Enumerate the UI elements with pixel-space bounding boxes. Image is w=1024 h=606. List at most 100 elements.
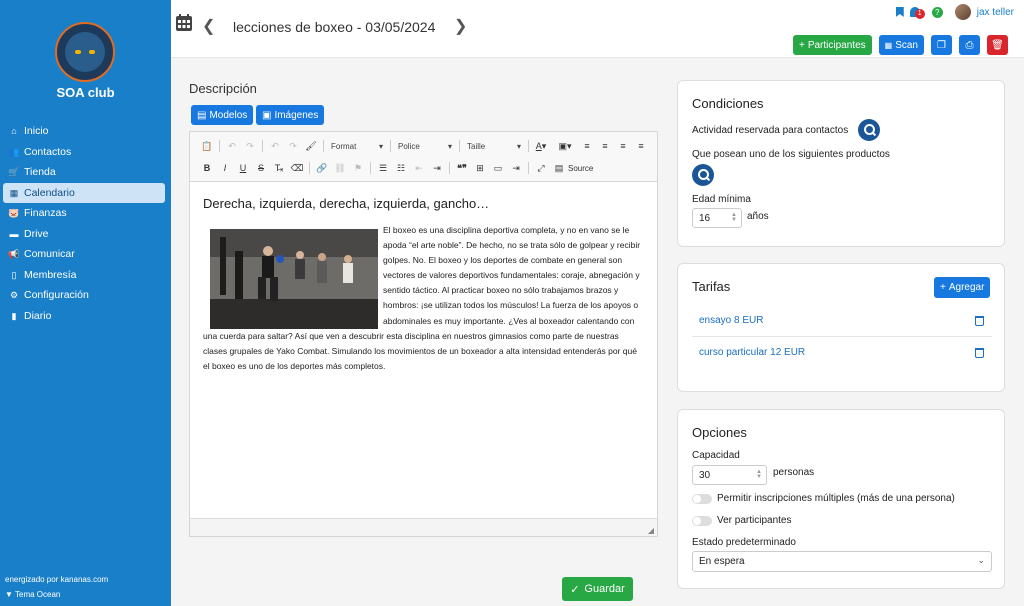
strike-icon[interactable]: S [252,163,270,173]
link-icon[interactable]: 🔗 [313,163,331,174]
anchor-icon[interactable]: ⚑ [349,163,367,174]
resize-handle-icon[interactable]: ◢ [648,526,654,535]
size-label: Taille [467,141,486,151]
source-button[interactable]: Source [568,164,593,173]
club-logo[interactable] [55,22,115,82]
sidebar-item-calendario[interactable]: ▦ Calendario [3,182,165,203]
multi-registration-toggle[interactable] [692,494,712,504]
quote-icon[interactable]: ❝❞ [453,163,471,174]
align-right-icon[interactable]: ≡ [614,141,632,151]
save-button[interactable]: ✓ Guardar [562,577,633,601]
add-tarifa-button[interactable]: + Agregar [934,277,991,298]
min-age-input[interactable]: 16 ▲ ▼ [692,208,742,228]
powered-by[interactable]: energizado por kananas.com [5,575,108,584]
bell-icon[interactable]: 1 [909,6,925,19]
help-icon[interactable]: ? [931,6,943,18]
font-select[interactable]: Police ▾ [394,142,456,151]
qr-icon: ▦ [884,40,893,50]
bookmark-icon[interactable] [895,7,904,17]
sidebar-item-contactos[interactable]: 👥 Contactos [0,142,165,163]
opciones-card: Opciones Capacidad 30 ▲ ▼ personas Permit… [677,409,1005,589]
numbered-list-icon[interactable]: ☷ [392,163,410,174]
format-painter-icon[interactable]: 🖌 [302,141,320,152]
delete-button[interactable]: 🗑 [987,35,1008,55]
chevron-down-icon: ⌄ [977,555,985,565]
align-center-icon[interactable]: ≡ [596,141,614,151]
unlink-icon[interactable]: ⛓ [331,163,349,174]
align-left-icon[interactable]: ≡ [578,141,596,151]
indent-icon[interactable]: ⇥ [428,163,446,174]
undo-icon[interactable]: ↶ [223,141,241,152]
italic-icon[interactable]: I [216,163,234,173]
redo-alt-icon[interactable]: ↷ [284,141,302,152]
clear-format-icon[interactable]: T̶ₓ [270,163,288,173]
sidebar-item-drive[interactable]: ▬ Drive [0,224,165,245]
sidebar-item-label: Membresía [24,268,77,281]
editor-heading[interactable]: Derecha, izquierda, derecha, izquierda, … [203,196,489,211]
trash-icon[interactable] [975,348,984,358]
tarifa-item[interactable]: ensayo 8 EUR [699,315,763,326]
source-icon[interactable]: ▤ [550,163,568,174]
horizontal-line-icon[interactable]: ▭ [489,163,507,174]
sidebar-item-comunicar[interactable]: 📢 Comunicar [0,244,165,265]
scan-label: Scan [895,39,918,51]
sidebar-item-label: Diario [24,309,52,322]
scan-button[interactable]: ▦ Scan [878,35,924,55]
images-button[interactable]: ▣ Imágenes [256,105,325,125]
images-label: Imágenes [274,109,319,121]
tarifa-item[interactable]: curso particular 12 EUR [699,347,805,358]
avatar[interactable] [954,4,971,20]
trash-icon[interactable] [975,316,984,326]
paste-icon[interactable]: 📋 [198,141,216,152]
bear-logo-icon [65,32,105,72]
stepper-icon[interactable]: ▲ ▼ [731,212,737,223]
redo-icon[interactable]: ↷ [241,141,259,152]
contacts-search-button[interactable] [858,119,880,141]
default-state-select[interactable]: En espera ⌄ [692,551,992,572]
products-search-button[interactable] [692,164,714,186]
sidebar-item-label: Inicio [24,125,49,138]
stepper-icon[interactable]: ▲ ▼ [756,469,762,480]
format-select[interactable]: Format ▾ [327,142,387,151]
duplicate-button[interactable]: ❐ [931,35,952,55]
logo-eye-icon [89,50,95,54]
underline-icon[interactable]: U [234,163,252,173]
sidebar-item-label: Drive [24,227,49,240]
add-participants-button[interactable]: + Participantes [792,35,872,55]
previous-arrow-icon[interactable]: ❮ [202,16,215,36]
print-button[interactable]: ⎙ [959,35,980,55]
templates-button[interactable]: ▤ Modelos [191,105,254,125]
add-label: Agregar [948,282,985,293]
bg-color-icon[interactable]: ▣▾ [556,141,574,152]
sidebar-item-tienda[interactable]: 🛒 Tienda [0,162,165,183]
capacity-input[interactable]: 30 ▲ ▼ [692,465,767,485]
table-icon[interactable]: ⊞ [471,163,489,174]
paint-icon: ▼ [5,590,13,599]
bullet-list-icon[interactable]: ☰ [374,163,392,174]
boxing-photo[interactable] [210,229,378,329]
next-arrow-icon[interactable]: ❯ [454,16,467,36]
check-icon: ✓ [570,583,580,596]
sidebar-item-configuracin[interactable]: ⚙ Configuración [0,285,165,306]
sidebar-item-label: Tienda [24,166,56,179]
eraser-icon[interactable]: ⌫ [288,163,306,174]
insert-icon[interactable]: ⇥ [507,163,525,174]
sidebar-item-diario[interactable]: ▮ Diario [0,306,165,327]
theme-link[interactable]: ▼ Tema Ocean [5,590,60,599]
outdent-icon[interactable]: ⇤ [410,163,428,174]
username[interactable]: jax teller [977,7,1014,18]
size-select[interactable]: Taille ▾ [463,142,525,151]
sidebar-item-inicio[interactable]: ⌂ Inicio [0,121,165,142]
multi-registration-label: Permitir inscripciones múltiples (más de… [717,493,955,504]
format-label: Format [331,141,357,151]
fullscreen-icon[interactable]: ⤢ [532,163,550,174]
undo-alt-icon[interactable]: ↶ [266,141,284,152]
show-participants-toggle[interactable] [692,516,712,526]
bold-icon[interactable]: B [198,163,216,173]
sidebar-item-finanzas[interactable]: 🐷 Finanzas [0,203,165,224]
align-justify-icon[interactable]: ≡ [632,141,650,151]
templates-label: Modelos [209,109,248,121]
book-icon: ▮ [11,310,17,321]
sidebar-item-membresa[interactable]: ▯ Membresía [0,265,165,286]
text-color-icon[interactable]: A▾ [532,141,550,152]
